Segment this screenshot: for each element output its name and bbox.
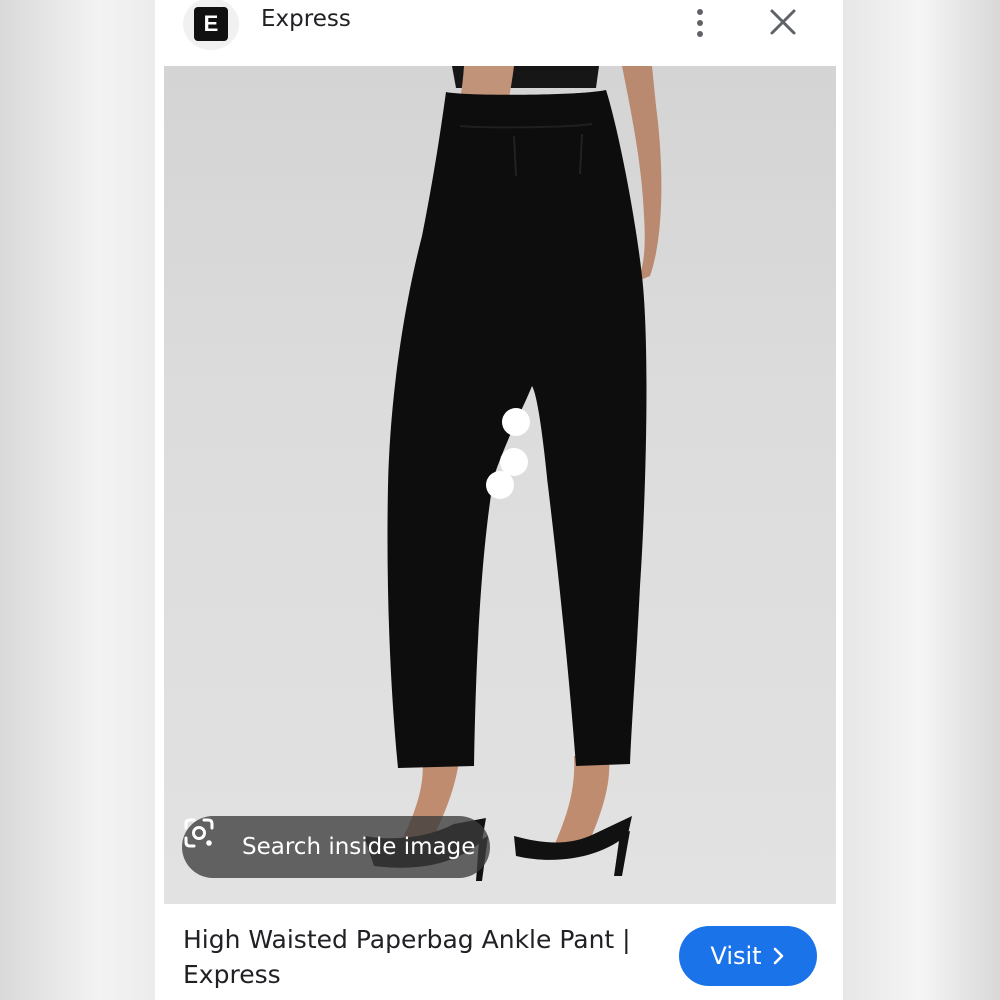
lens-camera-icon	[184, 818, 234, 867]
product-image[interactable]: Search inside image	[164, 66, 836, 904]
search-inside-image-button[interactable]: Search inside image	[182, 816, 490, 878]
site-favicon[interactable]: E	[183, 0, 239, 50]
site-name[interactable]: Express	[261, 6, 351, 32]
visit-button[interactable]: Visit	[679, 926, 817, 986]
chevron-right-icon	[772, 946, 786, 966]
result-title-line-2: Express	[183, 960, 281, 989]
favicon-letter: E	[203, 11, 219, 36]
more-vert-icon[interactable]	[687, 6, 713, 40]
close-icon[interactable]	[765, 4, 801, 40]
result-title-line-1: High Waisted Paperbag Ankle Pant |	[183, 925, 631, 954]
product-photo	[364, 66, 662, 881]
sheet-header: E Express	[155, 0, 843, 66]
express-logo-icon: E	[194, 7, 228, 41]
result-title[interactable]: High Waisted Paperbag Ankle Pant | Expre…	[183, 922, 653, 992]
visit-button-label: Visit	[710, 942, 762, 970]
search-inside-image-label: Search inside image	[242, 834, 476, 860]
result-sheet: E Express Search inside image High Waist…	[155, 0, 843, 1000]
